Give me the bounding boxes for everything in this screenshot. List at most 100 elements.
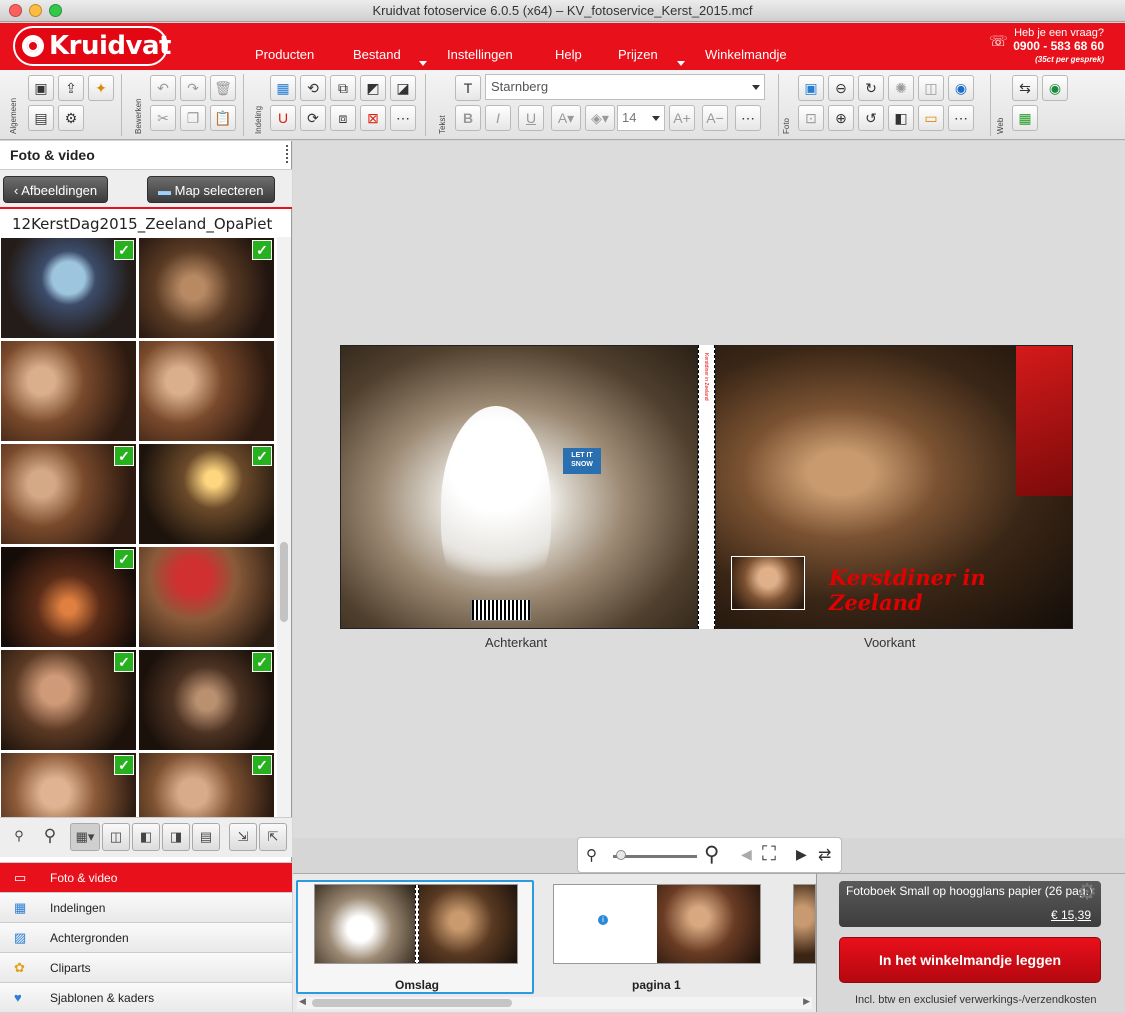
web-share-icon[interactable]: ⇆ bbox=[1012, 75, 1038, 101]
scroll-right-icon[interactable]: ▶ bbox=[803, 996, 810, 1007]
font-size-select[interactable]: 14 bbox=[617, 105, 665, 131]
bestand-dropdown-icon[interactable] bbox=[419, 61, 427, 66]
prijzen-dropdown-icon[interactable] bbox=[677, 61, 685, 66]
decrease-font-icon[interactable]: A− bbox=[702, 105, 728, 131]
minimize-window-button[interactable] bbox=[29, 4, 42, 17]
add-text-icon[interactable]: T bbox=[455, 75, 481, 101]
rotate-photo-icon[interactable]: ↻ bbox=[858, 75, 884, 101]
photo-thumbnail[interactable]: ✓ bbox=[139, 444, 274, 544]
zoom-out-icon[interactable]: ⚲ bbox=[5, 823, 33, 851]
save-icon[interactable]: ▣ bbox=[28, 75, 54, 101]
nav-sjablonen-kaders[interactable]: ♥ Sjablonen & kaders bbox=[0, 982, 292, 1012]
photo-thumbnail[interactable]: ✓ bbox=[1, 650, 136, 750]
layer-front-icon[interactable]: ◪ bbox=[390, 75, 416, 101]
zoom-in-icon[interactable]: ⚲ bbox=[704, 842, 719, 867]
product-summary[interactable]: Fotoboek Small op hoogglans papier (26 p… bbox=[839, 881, 1101, 927]
send-backward-icon[interactable]: ⧈ bbox=[330, 105, 356, 131]
photo-thumbnail[interactable]: ✓ bbox=[1, 444, 136, 544]
export-icon[interactable]: ⇱ bbox=[259, 823, 287, 851]
photo-grid-scrollbar[interactable] bbox=[277, 237, 291, 817]
view-mode-3-icon[interactable]: ◨ bbox=[162, 823, 190, 851]
page-strip-scrollbar[interactable]: ◀ ▶ bbox=[297, 996, 812, 1009]
book-spine[interactable]: Kerstdiner in Zeeland bbox=[698, 345, 715, 629]
frame-icon[interactable]: ▭ bbox=[918, 105, 944, 131]
text-color-icon[interactable]: A▾ bbox=[551, 105, 581, 131]
italic-button[interactable]: I bbox=[485, 105, 511, 131]
rotate-left-icon[interactable]: ⟲ bbox=[300, 75, 326, 101]
underline-button[interactable]: U bbox=[518, 105, 544, 131]
save-as-icon[interactable]: ▤ bbox=[28, 105, 54, 131]
magic-wand-icon[interactable]: ✦ bbox=[88, 75, 114, 101]
scrollbar-thumb[interactable] bbox=[280, 542, 288, 622]
add-to-cart-button[interactable]: In het winkelmandje leggen bbox=[839, 937, 1101, 983]
grid-icon[interactable]: ▦ bbox=[270, 75, 296, 101]
bring-forward-icon[interactable]: ⧉ bbox=[330, 75, 356, 101]
menu-prijzen[interactable]: Prijzen bbox=[618, 47, 658, 62]
delete-layer-icon[interactable]: ⊠ bbox=[360, 105, 386, 131]
menu-bestand[interactable]: Bestand bbox=[353, 47, 401, 62]
trash-icon[interactable]: 🗑 bbox=[210, 75, 236, 101]
page2-spread-thumb[interactable] bbox=[793, 884, 816, 964]
select-folder-button[interactable]: ▬ Map selecteren bbox=[147, 176, 275, 203]
close-window-button[interactable] bbox=[9, 4, 22, 17]
zoom-in-photo-icon[interactable]: ⊕ bbox=[828, 105, 854, 131]
cut-icon[interactable]: ✂ bbox=[150, 105, 176, 131]
view-mode-2-icon[interactable]: ◧ bbox=[132, 823, 160, 851]
layer-forward-icon[interactable]: ◩ bbox=[360, 75, 386, 101]
photo-thumbnail[interactable]: ✓ bbox=[139, 753, 274, 817]
page1-spread-thumb[interactable]: i bbox=[553, 884, 761, 964]
redo-icon[interactable]: ↷ bbox=[180, 75, 206, 101]
nav-foto-video[interactable]: ▭ Foto & video bbox=[0, 862, 292, 892]
product-price[interactable]: € 15,39 bbox=[1051, 909, 1091, 922]
fit-screen-icon[interactable]: ⛶ bbox=[762, 843, 776, 866]
shadow-icon[interactable]: ◫ bbox=[918, 75, 944, 101]
photo-thumbnail[interactable] bbox=[1, 341, 136, 441]
panel-grip-icon[interactable] bbox=[286, 145, 288, 163]
magnet-icon[interactable]: U bbox=[270, 105, 296, 131]
web-globe-icon[interactable]: ◉ bbox=[1042, 75, 1068, 101]
view-mode-4-icon[interactable]: ▤ bbox=[192, 823, 220, 851]
scrollbar-thumb[interactable] bbox=[312, 999, 512, 1007]
photo-thumbnail[interactable]: ✓ bbox=[1, 753, 136, 817]
zoom-slider-knob[interactable] bbox=[616, 850, 626, 860]
photo-thumbnail[interactable]: ✓ bbox=[1, 547, 136, 647]
kruidvat-logo[interactable]: Kruidvat bbox=[13, 26, 171, 66]
zoom-out-icon[interactable]: ⚲ bbox=[586, 846, 597, 864]
zoom-in-icon[interactable]: ⚲ bbox=[36, 823, 64, 851]
globe-icon[interactable]: ◉ bbox=[948, 75, 974, 101]
back-cover-page[interactable]: LET IT SNOW bbox=[340, 345, 698, 629]
crop-icon[interactable]: ⊡ bbox=[798, 105, 824, 131]
photo-thumbnail[interactable] bbox=[139, 547, 274, 647]
switch-view-icon[interactable]: ⇄ bbox=[818, 845, 831, 865]
menu-winkelmandje[interactable]: Winkelmandje bbox=[705, 47, 787, 62]
front-cover-page[interactable]: Kerstdiner in Zeeland bbox=[715, 345, 1073, 629]
back-to-images-button[interactable]: ‹ Afbeeldingen bbox=[3, 176, 109, 203]
increase-font-icon[interactable]: A+ bbox=[669, 105, 695, 131]
photo-thumbnail[interactable]: ✓ bbox=[139, 650, 274, 750]
gear-icon[interactable]: ⚙ bbox=[58, 105, 84, 131]
next-page-icon[interactable]: ▶ bbox=[796, 846, 807, 863]
zoom-out-photo-icon[interactable]: ⊖ bbox=[828, 75, 854, 101]
more-layout-icon[interactable]: ⋯ bbox=[390, 105, 416, 131]
paste-icon[interactable]: 📋 bbox=[210, 105, 236, 131]
view-mode-1-icon[interactable]: ◫ bbox=[102, 823, 130, 851]
grid-view-icon[interactable]: ▦▾ bbox=[70, 823, 100, 851]
rotate-right-icon[interactable]: ⟳ bbox=[300, 105, 326, 131]
mirror-icon[interactable]: ◧ bbox=[888, 105, 914, 131]
more-text-icon[interactable]: ⋯ bbox=[735, 105, 761, 131]
fill-color-icon[interactable]: ◈▾ bbox=[585, 105, 615, 131]
menu-producten[interactable]: Producten bbox=[255, 47, 314, 62]
web-upload-icon[interactable]: ▦ bbox=[1012, 105, 1038, 131]
previous-page-icon[interactable]: ◀ bbox=[741, 846, 752, 863]
nav-achtergronden[interactable]: ▨ Achtergronden bbox=[0, 922, 292, 952]
zoom-window-button[interactable] bbox=[49, 4, 62, 17]
bold-button[interactable]: B bbox=[455, 105, 481, 131]
nav-indelingen[interactable]: ▦ Indelingen bbox=[0, 892, 292, 922]
font-family-select[interactable]: Starnberg bbox=[485, 74, 765, 100]
rotate-photo-left-icon[interactable]: ↺ bbox=[858, 105, 884, 131]
copy-icon[interactable]: ❐ bbox=[180, 105, 206, 131]
cover-spread-thumb[interactable] bbox=[314, 884, 518, 964]
nav-cliparts[interactable]: ✿ Cliparts bbox=[0, 952, 292, 982]
photo-thumbnail[interactable]: ✓ bbox=[1, 238, 136, 338]
more-photo-icon[interactable]: ⋯ bbox=[948, 105, 974, 131]
